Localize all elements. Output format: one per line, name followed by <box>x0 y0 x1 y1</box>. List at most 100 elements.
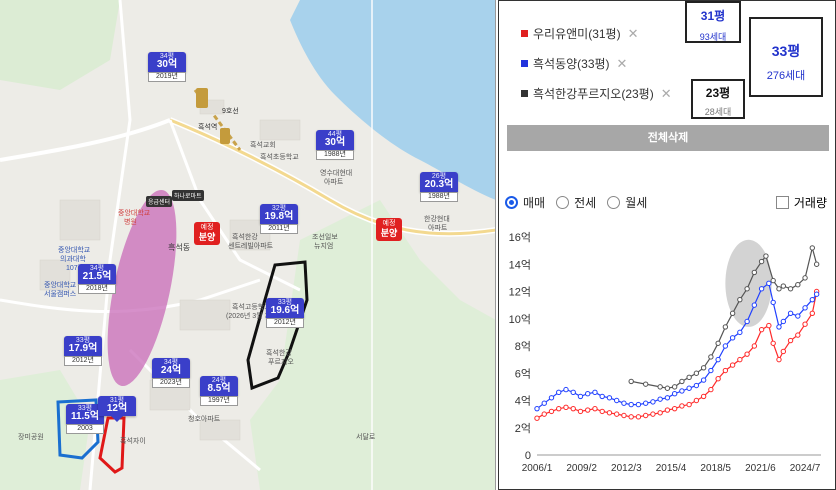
x-tick-label: 2015/4 <box>656 463 687 474</box>
price-marker[interactable]: 34평 24억 2023년 <box>152 358 190 389</box>
sale-tag-main: 분양 <box>380 228 398 239</box>
series-point <box>795 281 801 288</box>
series-point <box>541 411 547 417</box>
series-point <box>795 332 801 338</box>
marker-price: 30억 <box>156 59 178 70</box>
series-point <box>642 412 649 419</box>
volume-checkbox[interactable] <box>775 196 789 209</box>
sale-tag[interactable]: 예정 분양 <box>376 218 402 242</box>
series-point <box>776 286 782 292</box>
series-point <box>715 356 721 363</box>
marker-year: 2003 <box>66 424 104 435</box>
series-point <box>802 305 808 311</box>
label-hangang2: 아파트 <box>428 225 448 232</box>
series-point <box>795 313 801 319</box>
legend-item: 우리유앤미(31평) ✕ <box>521 25 639 42</box>
series-point <box>737 356 743 363</box>
series-point <box>599 393 605 400</box>
series-point <box>770 299 776 306</box>
price-chart: 0 2억 4억 6억 8억 10억 12억 14억 16억 2006/1 2009/2 2012/3 2… <box>509 231 821 474</box>
y-tick-label: 14억 <box>509 258 531 271</box>
series-point <box>693 382 700 389</box>
series-point <box>722 324 729 330</box>
series-point <box>534 415 540 421</box>
callout-33: 33평 276세대 <box>749 17 823 97</box>
legend-label: 우리유앤미(31평) <box>533 27 621 41</box>
series-point <box>679 403 685 409</box>
x-tick-label: 2006/1 <box>522 463 553 474</box>
series-point <box>780 283 787 289</box>
series-point <box>679 378 685 385</box>
price-marker[interactable]: 33평 17.9억 2012년 <box>64 336 102 367</box>
series-point <box>758 286 765 292</box>
marker-area: 24평 <box>211 377 227 384</box>
price-marker[interactable]: 24평 8.5억 1997년 <box>200 376 238 407</box>
series-point <box>787 310 794 317</box>
series-point <box>664 395 671 401</box>
series-point <box>809 296 816 303</box>
series-point <box>766 322 772 329</box>
callout-sub: 276세대 <box>766 70 806 82</box>
price-marker[interactable]: 34평 30억 2019년 <box>148 52 186 83</box>
radio-jeonse[interactable] <box>556 196 570 209</box>
series-point <box>628 401 634 408</box>
series-point <box>700 393 707 400</box>
volume-toggle[interactable]: 거래량 <box>775 194 827 211</box>
series-point <box>635 414 642 420</box>
marker-tip <box>111 416 123 422</box>
series-point <box>621 400 627 406</box>
map-view[interactable]: 흑석역 9호선 흑석교회 흑석초등학교 영수대현대 아파트 한강현대 아파트 중… <box>0 0 496 490</box>
series-point <box>606 395 613 401</box>
series-point <box>715 340 721 346</box>
series-point <box>715 376 721 382</box>
price-marker[interactable]: 31평 12억 <box>98 396 136 422</box>
radio-sale[interactable] <box>505 196 518 209</box>
series-point <box>780 348 787 355</box>
remove-icon[interactable]: ✕ <box>628 26 639 42</box>
series-point <box>751 343 758 349</box>
series-point <box>744 286 750 292</box>
marker-year: 1997년 <box>200 396 238 407</box>
series-point <box>758 258 765 265</box>
y-tick-label: 8억 <box>515 340 531 353</box>
series-point <box>628 378 634 385</box>
price-marker[interactable]: 33평 19.6억 2012년 <box>266 298 304 329</box>
series-point <box>693 370 700 376</box>
y-tick-label: 10억 <box>509 313 531 326</box>
sale-tag-top: 예정 <box>382 220 396 227</box>
marker-year: 2012년 <box>266 318 304 329</box>
x-tick-label: 2018/5 <box>700 463 731 474</box>
series-point <box>776 356 782 363</box>
price-marker[interactable]: 26평 20.3억 1988년 <box>420 172 458 203</box>
y-tick-label: 6억 <box>515 367 531 380</box>
radio-sale-label: 매매 <box>523 196 546 210</box>
series-point <box>671 384 678 390</box>
radio-monthly[interactable] <box>607 196 621 209</box>
marker-price: 19.8억 <box>264 211 294 222</box>
series-point <box>556 389 562 396</box>
marker-price: 20.3억 <box>424 179 454 190</box>
price-marker[interactable]: 32평 19.8억 2011년 <box>260 204 298 235</box>
series-point <box>642 400 649 406</box>
series-point <box>802 321 808 327</box>
series-point <box>686 401 692 408</box>
price-marker[interactable]: 44평 30억 1988년 <box>316 130 354 161</box>
series-point <box>585 390 591 397</box>
series-point <box>686 385 692 391</box>
price-marker[interactable]: 34평 21.5억 2018년 <box>78 264 116 295</box>
series-point <box>751 302 758 308</box>
marker-area: 31평 <box>109 397 125 404</box>
label-seodal: 서달로 <box>356 434 376 441</box>
sale-tag[interactable]: 예정 분양 <box>194 222 220 246</box>
series-point <box>592 405 598 412</box>
marker-price: 30억 <box>324 137 346 148</box>
marker-price: 21.5억 <box>82 271 112 282</box>
remove-icon[interactable]: ✕ <box>661 86 672 102</box>
tag-emergency[interactable]: 응급센터 <box>146 196 173 207</box>
screen: 흑석역 9호선 흑석교회 흑석초등학교 영수대현대 아파트 한강현대 아파트 중… <box>0 0 836 490</box>
tag-mart[interactable]: 하나로마트 <box>172 190 204 201</box>
delete-all-button[interactable]: 전체삭제 <box>507 125 829 151</box>
series-point <box>722 367 729 374</box>
series-point <box>758 326 765 333</box>
remove-icon[interactable]: ✕ <box>617 56 628 72</box>
